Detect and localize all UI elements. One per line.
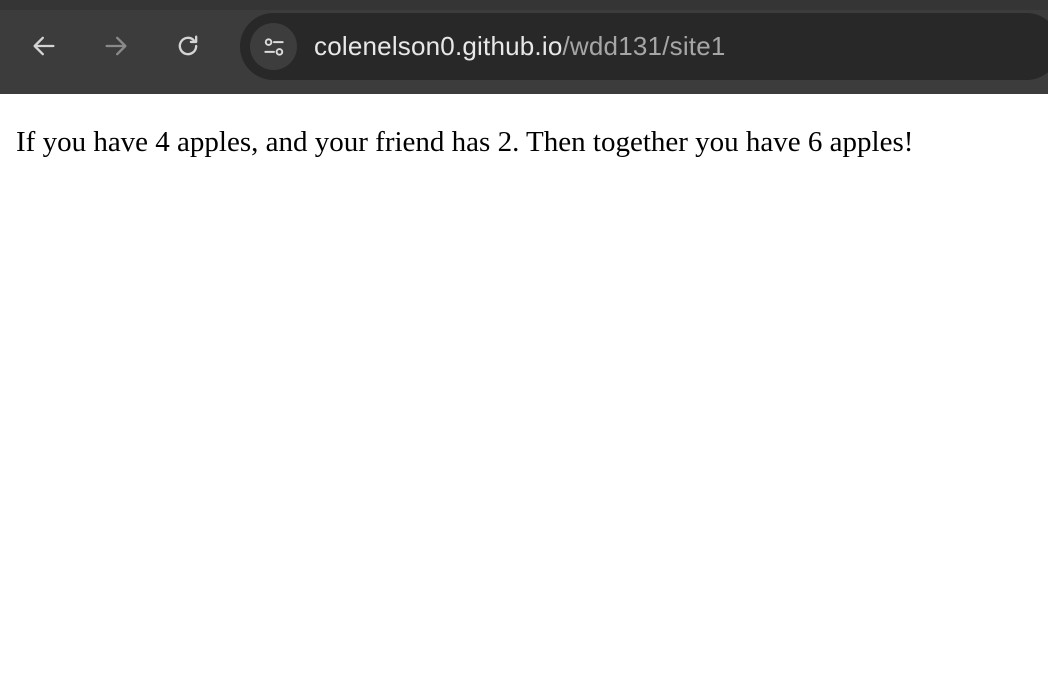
address-bar[interactable]: colenelson0.github.io/wdd131/site1 — [240, 13, 1048, 80]
tab-strip-edge — [0, 0, 1048, 10]
page-content: If you have 4 apples, and your friend ha… — [0, 94, 1048, 678]
forward-button[interactable] — [97, 27, 135, 65]
site-info-button[interactable] — [250, 23, 297, 70]
back-button[interactable] — [25, 27, 63, 65]
url-text[interactable]: colenelson0.github.io/wdd131/site1 — [314, 13, 726, 80]
tune-icon — [263, 37, 284, 56]
arrow-right-icon — [105, 36, 127, 56]
arrow-left-icon — [33, 36, 55, 56]
reload-button[interactable] — [169, 27, 207, 65]
url-path: /wdd131/site1 — [562, 31, 726, 61]
page-text: If you have 4 apples, and your friend ha… — [16, 126, 914, 158]
browser-toolbar: colenelson0.github.io/wdd131/site1 — [0, 0, 1048, 94]
url-host: colenelson0.github.io — [314, 31, 563, 61]
reload-icon — [178, 35, 198, 56]
